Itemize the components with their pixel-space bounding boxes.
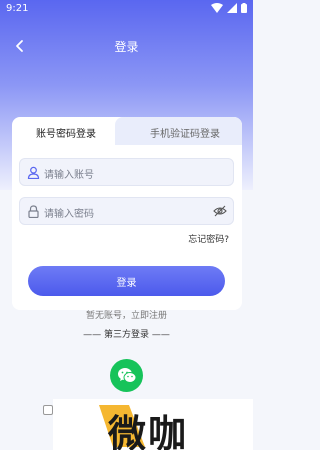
page-title: 登录 (114, 40, 139, 54)
third-party-login-label: —— 第三方登录 —— (83, 330, 170, 340)
account-placeholder: 请输入账号 (44, 170, 94, 181)
login-button[interactable]: 登录 (28, 266, 225, 296)
watermark: 微咖 (53, 399, 253, 450)
eye-off-icon[interactable] (213, 205, 227, 217)
password-placeholder: 请输入密码 (44, 209, 94, 220)
forgot-password-link[interactable]: 忘记密码? (188, 232, 229, 245)
status-time: 9:21 (6, 3, 29, 14)
status-icons (211, 3, 247, 13)
battery-icon (241, 3, 247, 13)
wifi-icon (211, 3, 223, 13)
agreement-checkbox[interactable] (43, 405, 53, 415)
tab-password-login[interactable]: 账号密码登录 (36, 125, 96, 140)
watermark-text: 微咖 (108, 412, 189, 450)
nav-bar: 登录 (0, 34, 253, 58)
lock-icon (28, 205, 39, 218)
register-link[interactable]: 暂无账号，立即注册 (0, 308, 253, 321)
user-icon (27, 166, 40, 179)
wechat-icon (117, 368, 136, 383)
password-field[interactable]: 请输入密码 (19, 197, 234, 225)
account-field[interactable]: 请输入账号 (19, 158, 234, 186)
tab-sms-login[interactable]: 手机验证码登录 (150, 125, 220, 140)
signal-icon (227, 3, 237, 13)
wechat-login-button[interactable] (110, 359, 143, 392)
status-bar: 9:21 (0, 0, 253, 18)
